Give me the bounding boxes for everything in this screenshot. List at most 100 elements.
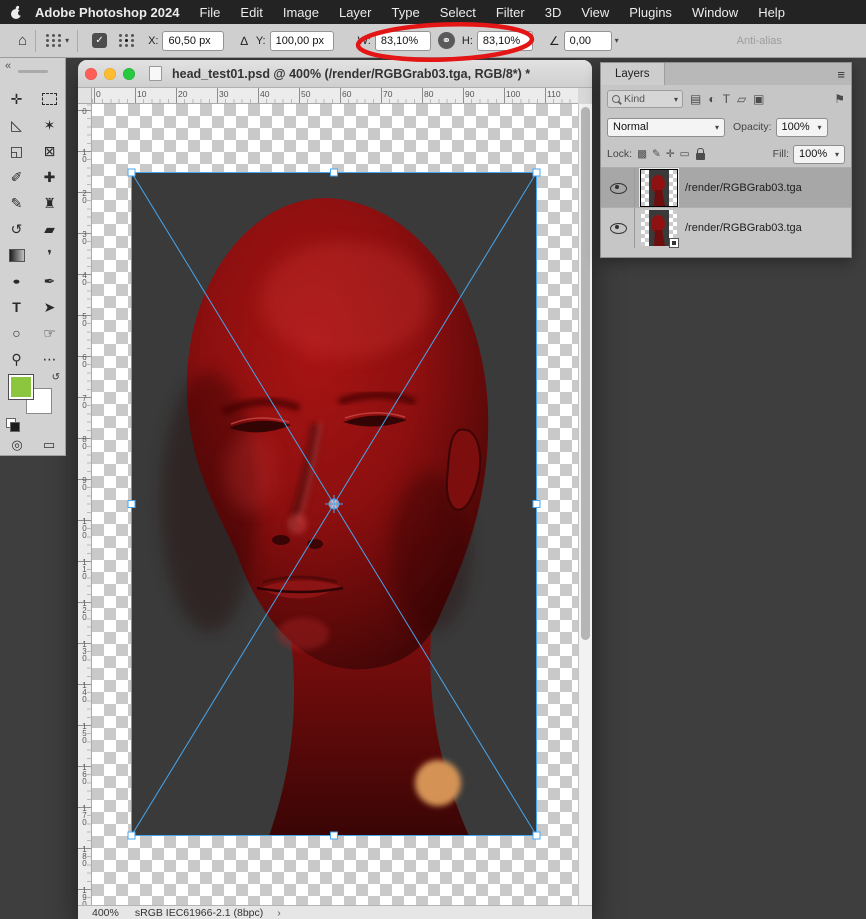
- brush-tool-button[interactable]: ✎: [0, 190, 33, 216]
- zoom-level-field[interactable]: 400%: [92, 907, 119, 919]
- menu-item[interactable]: Edit: [240, 5, 262, 20]
- foreground-color-swatch[interactable]: [8, 374, 34, 400]
- blend-mode-select[interactable]: Normal ▾: [607, 117, 725, 137]
- lasso-tool-button[interactable]: ◺: [0, 112, 33, 138]
- relative-position-icon[interactable]: ∆: [240, 34, 247, 48]
- layer-visibility-icon[interactable]: [610, 222, 627, 234]
- transform-handle[interactable]: [330, 831, 338, 840]
- menu-item[interactable]: Type: [392, 5, 420, 20]
- collapse-panel-icon[interactable]: «: [5, 60, 11, 72]
- lock-option-icon[interactable]: ▩: [637, 148, 647, 160]
- minimize-window-button[interactable]: [104, 67, 116, 80]
- more-tools-button[interactable]: ⋯: [33, 346, 66, 372]
- layer-filter-icon[interactable]: ▱: [737, 92, 746, 106]
- layer-visibility-icon[interactable]: [610, 182, 627, 194]
- marquee-tool-button[interactable]: [33, 86, 66, 112]
- frame-tool-button[interactable]: ⊠: [33, 138, 66, 164]
- x-input[interactable]: 60,50 px: [162, 30, 225, 51]
- move-tool-button[interactable]: ✛: [0, 86, 33, 112]
- gradient-tool-button[interactable]: [0, 242, 33, 268]
- eraser-tool-button[interactable]: ▰: [33, 216, 66, 242]
- default-colors-icon-fg[interactable]: [10, 422, 20, 432]
- layer-name[interactable]: /render/RGBGrab03.tga: [685, 222, 802, 234]
- chevron-down-icon[interactable]: ▾: [615, 36, 619, 45]
- kind-filter-select[interactable]: Kind ▾: [607, 90, 683, 108]
- layer-thumbnail[interactable]: [641, 210, 679, 248]
- app-name[interactable]: Adobe Photoshop 2024: [35, 5, 179, 20]
- healing-brush-tool-button[interactable]: ✚: [33, 164, 66, 190]
- fill-select[interactable]: 100% ▾: [793, 144, 845, 164]
- eyedropper-tool-button[interactable]: ✐: [0, 164, 33, 190]
- document-titlebar[interactable]: head_test01.psd @ 400% (/render/RGBGrab0…: [78, 60, 592, 88]
- crop-tool-button[interactable]: ◱: [0, 138, 33, 164]
- shape-tool-button[interactable]: ○: [0, 320, 33, 346]
- opacity-select[interactable]: 100% ▾: [775, 117, 828, 137]
- layer-row[interactable]: /render/RGBGrab03.tga: [601, 207, 851, 248]
- quick-mask-button[interactable]: ◎: [2, 434, 32, 456]
- reference-point-toggle[interactable]: ✓: [92, 33, 108, 48]
- apple-logo-icon[interactable]: [10, 5, 23, 20]
- menu-item[interactable]: Select: [440, 5, 476, 20]
- panel-menu-icon[interactable]: ≡: [837, 67, 845, 82]
- scrollbar-thumb[interactable]: [581, 107, 590, 640]
- clone-stamp-tool-button[interactable]: ♜: [33, 190, 66, 216]
- height-input[interactable]: 83,10%: [476, 30, 533, 51]
- hand-tool-button[interactable]: ☞: [33, 320, 66, 346]
- layer-filter-icon[interactable]: ▤: [690, 92, 701, 106]
- type-tool-button[interactable]: T: [0, 294, 33, 320]
- lock-option-icon[interactable]: ✎: [652, 148, 661, 160]
- zoom-tool-button[interactable]: ⚲: [0, 346, 33, 372]
- menu-item[interactable]: Plugins: [629, 5, 672, 20]
- history-brush-tool-button[interactable]: ↺: [0, 216, 33, 242]
- menu-item[interactable]: 3D: [545, 5, 562, 20]
- menu-item[interactable]: View: [581, 5, 609, 20]
- panel-grip[interactable]: [18, 70, 48, 73]
- screen-mode-button[interactable]: ▭: [34, 434, 64, 456]
- close-window-button[interactable]: [85, 67, 97, 80]
- width-input[interactable]: 83,10%: [374, 30, 431, 51]
- menu-item[interactable]: Layer: [339, 5, 372, 20]
- path-selection-tool-button[interactable]: ➤: [33, 294, 66, 320]
- layer-row[interactable]: /render/RGBGrab03.tga: [601, 167, 851, 208]
- menu-item[interactable]: File: [199, 5, 220, 20]
- link-dimensions-icon[interactable]: ⚭: [437, 32, 455, 49]
- vertical-ruler[interactable]: 0 10 20 30 40 50 60 70 80 90 100 110 120 130 140 150 160…: [78, 104, 92, 907]
- transform-handle[interactable]: [532, 500, 541, 508]
- menu-item[interactable]: Window: [692, 5, 738, 20]
- pen-tool-button[interactable]: ✒: [33, 268, 66, 294]
- transform-handle[interactable]: [127, 168, 136, 177]
- transform-handle[interactable]: [532, 168, 541, 177]
- menu-item[interactable]: Help: [758, 5, 785, 20]
- horizontal-ruler[interactable]: 0 10 20 30 40 50 60 70 80 90 100 110: [92, 88, 578, 104]
- menu-item[interactable]: Image: [283, 5, 319, 20]
- ruler-origin[interactable]: [78, 88, 92, 104]
- transform-handle[interactable]: [330, 168, 338, 177]
- canvas-viewport[interactable]: [92, 104, 578, 905]
- home-icon[interactable]: ⌂: [18, 32, 27, 49]
- lock-all-icon[interactable]: [695, 147, 705, 160]
- vertical-scrollbar[interactable]: [578, 104, 592, 905]
- lock-option-icon[interactable]: ▭: [680, 148, 690, 160]
- transform-handle[interactable]: [127, 831, 136, 840]
- transform-handle[interactable]: [532, 831, 541, 840]
- object-selection-tool-button[interactable]: ✶: [33, 112, 66, 138]
- chevron-down-icon[interactable]: ▾: [65, 36, 69, 45]
- layer-thumbnail[interactable]: [640, 169, 678, 207]
- zoom-window-button[interactable]: [123, 67, 135, 80]
- lock-option-icon[interactable]: ✛: [666, 148, 675, 160]
- transform-handle[interactable]: [127, 500, 136, 508]
- blur-tool-button[interactable]: ❜: [33, 242, 66, 268]
- tab-layers[interactable]: Layers: [601, 63, 665, 85]
- menu-item[interactable]: Filter: [496, 5, 525, 20]
- layer-name[interactable]: /render/RGBGrab03.tga: [685, 182, 802, 194]
- layer-filter-icon[interactable]: T: [723, 92, 730, 106]
- y-input[interactable]: 100,00 px: [269, 30, 334, 51]
- layer-filter-icon[interactable]: ◐: [708, 92, 715, 106]
- dodge-tool-button[interactable]: ●: [0, 268, 33, 294]
- layer-filter-icon[interactable]: ▣: [753, 92, 764, 106]
- filter-pin-icon[interactable]: ⚑: [834, 92, 845, 106]
- angle-input[interactable]: 0,00: [563, 30, 612, 51]
- color-profile-status[interactable]: sRGB IEC61966-2.1 (8bpc): [135, 907, 263, 919]
- reference-point-locator[interactable]: [119, 34, 135, 47]
- status-chevron-icon[interactable]: ›: [277, 907, 281, 919]
